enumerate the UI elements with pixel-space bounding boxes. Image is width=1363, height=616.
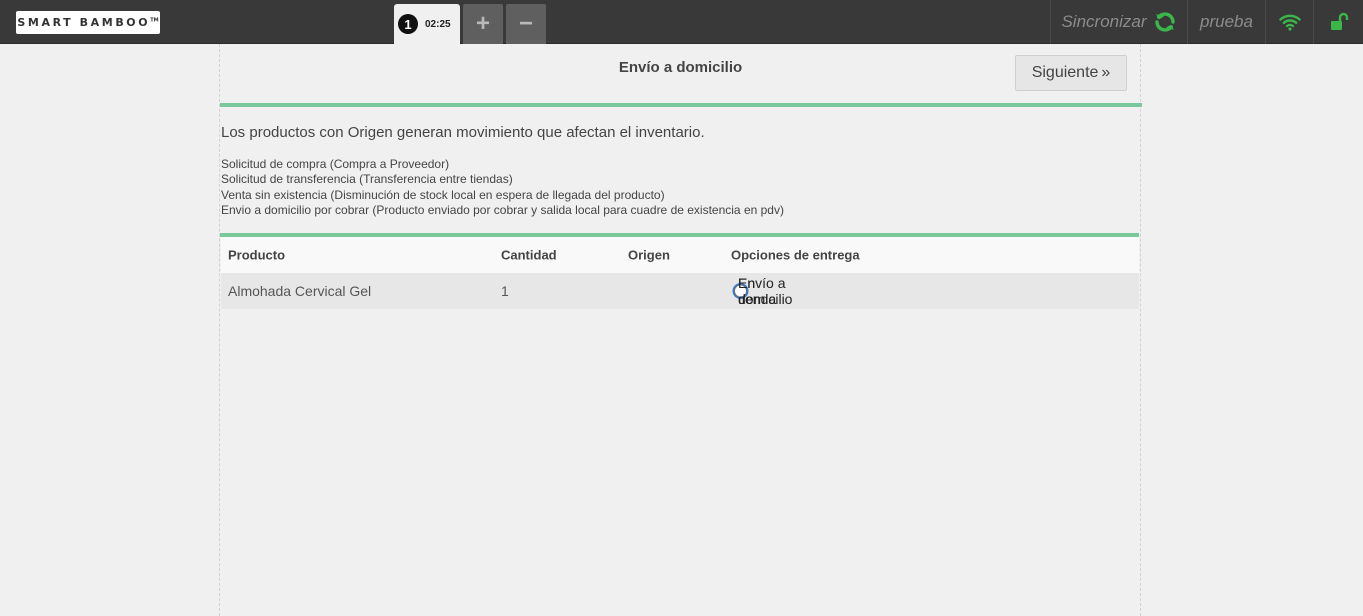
top-bar: SMART BAMBOOTM 1 02:25 + − Sincronizar p… [0, 0, 1363, 44]
minus-icon: − [518, 10, 533, 37]
radio-label-envio-domicilio[interactable]: Envío a domicilio [738, 275, 792, 307]
next-button[interactable]: Siguiente » [1015, 55, 1127, 91]
header-opciones-entrega: Opciones de entrega [731, 247, 860, 263]
user-name: prueba [1200, 12, 1253, 31]
top-right-actions: Sincronizar prueba [1050, 0, 1363, 44]
cell-producto: Almohada Cervical Gel [228, 283, 372, 299]
lock-toggle[interactable] [1313, 0, 1363, 44]
add-ticket-button[interactable]: + [463, 4, 503, 44]
table-row: Almohada Cervical Gel 1 En tienda Envío … [221, 273, 1139, 309]
double-chevron-right-icon: » [1101, 64, 1111, 81]
ticket-tab-1[interactable]: 1 02:25 [394, 4, 460, 44]
header-cantidad: Cantidad [501, 247, 557, 263]
header-origen: Origen [628, 247, 670, 263]
wifi-status[interactable] [1265, 0, 1313, 44]
smart-bamboo-logo: SMART BAMBOOTM [16, 11, 160, 34]
page-title: Envío a domicilio [618, 59, 743, 76]
plus-icon: + [475, 10, 490, 37]
origin-type-item: Venta sin existencia (Disminución de sto… [221, 187, 665, 202]
sync-label: Sincronizar [1061, 12, 1147, 31]
origin-types-list: Solicitud de compra (Compra a Proveedor)… [221, 157, 784, 218]
unlock-icon [1330, 12, 1348, 30]
next-button-label: Siguiente [1031, 64, 1099, 81]
ticket-number-badge: 1 [398, 14, 418, 34]
origin-type-item: Solicitud de compra (Compra a Proveedor) [221, 157, 450, 171]
sync-icon [1154, 12, 1175, 32]
inventory-notice: Los productos con Origen generan movimie… [221, 124, 705, 141]
table-header: Producto Cantidad Origen Opciones de ent… [221, 237, 1139, 273]
main-panel: Envío a domicilio Siguiente » Los produc… [219, 44, 1142, 616]
header-producto: Producto [228, 247, 286, 263]
ticket-time: 02:25 [425, 18, 451, 30]
products-table: Producto Cantidad Origen Opciones de ent… [221, 237, 1139, 309]
user-menu[interactable]: prueba [1187, 0, 1265, 44]
sync-button[interactable]: Sincronizar [1050, 0, 1187, 44]
remove-ticket-button[interactable]: − [506, 4, 546, 44]
wifi-icon [1278, 14, 1301, 31]
origin-type-item: Envio a domicilio por cobrar (Producto e… [221, 202, 784, 217]
origin-type-item: Solicitud de transferencia (Transferenci… [221, 172, 513, 187]
divider-top [220, 103, 1142, 107]
panel-header: Envío a domicilio Siguiente » [220, 44, 1141, 103]
cell-cantidad: 1 [501, 283, 509, 299]
logo-text: SMART BAMBOOTM [17, 16, 159, 29]
